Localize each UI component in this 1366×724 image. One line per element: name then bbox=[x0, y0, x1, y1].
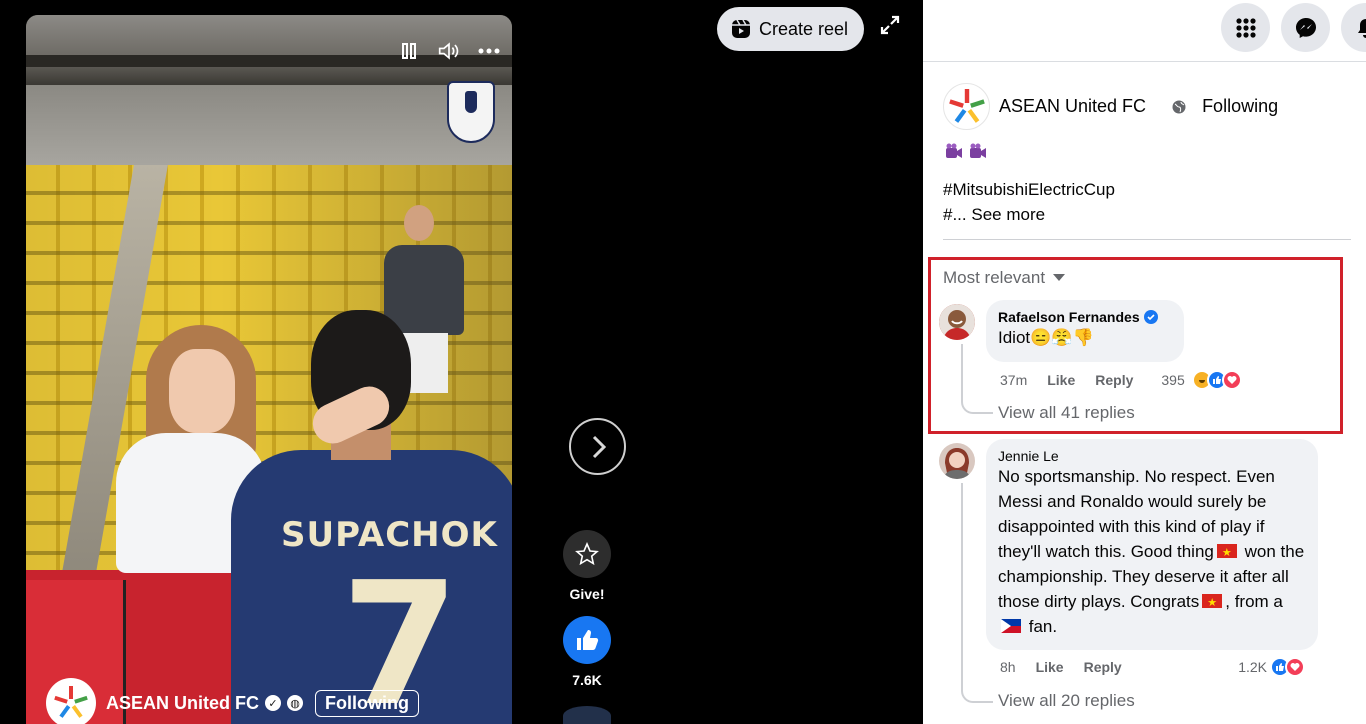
like-count: 7.6K bbox=[572, 672, 602, 688]
create-reel-button[interactable]: Create reel bbox=[717, 7, 865, 51]
reply-button[interactable]: Reply bbox=[1095, 372, 1133, 388]
create-reel-label: Create reel bbox=[759, 18, 849, 39]
thread-line bbox=[961, 344, 993, 414]
notifications-button[interactable] bbox=[1341, 3, 1366, 52]
reaction-icons[interactable] bbox=[1270, 657, 1305, 677]
like-button[interactable] bbox=[563, 616, 611, 664]
reel-viewer: SUPACHOK 7 ASEAN United FC ✓ ◍ Following… bbox=[0, 0, 923, 724]
reel-actions: Give! 7.6K bbox=[558, 530, 616, 724]
messenger-icon bbox=[1295, 17, 1316, 38]
comment-time[interactable]: 8h bbox=[1000, 659, 1016, 675]
expand-icon[interactable] bbox=[879, 14, 901, 36]
commenter-avatar[interactable] bbox=[939, 443, 975, 479]
reaction-count[interactable]: 1.2K bbox=[1238, 659, 1267, 675]
reaction-count[interactable]: 395 bbox=[1161, 372, 1184, 388]
comment-meta: 37m Like Reply 395 bbox=[1000, 370, 1242, 390]
video-camera-emoji-icon bbox=[970, 143, 986, 158]
like-comment-button[interactable]: Like bbox=[1036, 659, 1064, 675]
comment-bubble: Jennie Le No sportsmanship. No respect. … bbox=[986, 439, 1318, 650]
next-reel-button[interactable] bbox=[569, 418, 626, 475]
love-reaction-icon bbox=[1221, 370, 1242, 390]
caption-truncated: #... bbox=[943, 205, 972, 224]
comment-time[interactable]: 37m bbox=[1000, 372, 1027, 388]
post-caption: #MitsubishiElectricCup #... See more bbox=[943, 177, 1115, 227]
video-camera-emoji-icon bbox=[946, 143, 962, 158]
post-header: ASEAN United FC Following bbox=[943, 83, 1278, 130]
globe-icon: ◍ bbox=[287, 695, 303, 711]
grid-menu-icon bbox=[1235, 17, 1256, 38]
page-avatar-icon[interactable] bbox=[46, 678, 96, 724]
comment-bubble: Rafaelson Fernandes Idiot😑😤👎 bbox=[986, 300, 1184, 362]
footer-page-name[interactable]: ASEAN United FC bbox=[106, 693, 259, 714]
comment-text: No sportsmanship. No respect. Even Messi… bbox=[998, 464, 1306, 639]
commenter-avatar[interactable] bbox=[939, 304, 975, 340]
view-replies-link[interactable]: View all 20 replies bbox=[998, 691, 1135, 711]
reel-video[interactable]: SUPACHOK 7 bbox=[26, 15, 512, 724]
vietnam-flag-icon bbox=[1216, 541, 1237, 566]
philippines-flag-icon bbox=[1001, 619, 1021, 633]
like-comment-button[interactable]: Like bbox=[1047, 372, 1075, 388]
comment-text: Idiot😑😤👎 bbox=[998, 328, 1094, 347]
following-button[interactable]: Following bbox=[1202, 96, 1278, 117]
verified-badge-icon: ✓ bbox=[265, 695, 281, 711]
give-label: Give! bbox=[569, 586, 605, 602]
reaction-icons[interactable] bbox=[1191, 370, 1242, 390]
menu-button[interactable] bbox=[1221, 3, 1270, 52]
comment-author[interactable]: Jennie Le bbox=[998, 448, 1306, 464]
comments-panel: ASEAN United FC Following #MitsubishiEle… bbox=[923, 0, 1366, 724]
messenger-button[interactable] bbox=[1281, 3, 1330, 52]
cup-logo-icon bbox=[447, 81, 495, 143]
stadium-wall bbox=[26, 85, 512, 170]
thumbs-up-icon bbox=[577, 630, 599, 650]
chevron-right-icon bbox=[592, 435, 606, 458]
video-footer: ASEAN United FC ✓ ◍ Following bbox=[46, 678, 419, 724]
reply-button[interactable]: Reply bbox=[1084, 659, 1122, 675]
star-icon bbox=[575, 542, 599, 566]
hashtag-link[interactable]: #MitsubishiElectricCup bbox=[943, 177, 1115, 202]
comment-author[interactable]: Rafaelson Fernandes bbox=[998, 309, 1172, 325]
unamused-emoji-icon: 😑😤👎 bbox=[1030, 328, 1094, 347]
vietnam-flag-icon bbox=[1202, 591, 1223, 616]
bell-icon bbox=[1357, 18, 1366, 38]
video-controls bbox=[398, 40, 500, 62]
top-nav bbox=[923, 0, 1366, 62]
reel-icon bbox=[732, 19, 750, 38]
page-name[interactable]: ASEAN United FC bbox=[999, 96, 1146, 117]
globe-icon bbox=[1172, 100, 1186, 113]
pause-icon[interactable] bbox=[398, 40, 420, 62]
view-replies-link[interactable]: View all 41 replies bbox=[998, 403, 1135, 423]
player-figure: SUPACHOK 7 bbox=[211, 310, 512, 724]
page-avatar-icon[interactable] bbox=[943, 83, 990, 130]
see-more-link[interactable]: See more bbox=[971, 205, 1045, 224]
verified-badge-icon bbox=[1143, 310, 1158, 324]
comment-meta: 8h Like Reply 1.2K bbox=[1000, 657, 1305, 677]
more-options-icon[interactable] bbox=[478, 40, 500, 62]
love-reaction-icon bbox=[1285, 657, 1305, 677]
footer-following-button[interactable]: Following bbox=[315, 689, 419, 717]
give-stars-button[interactable] bbox=[563, 530, 611, 578]
divider bbox=[943, 239, 1351, 240]
comment-button-partial[interactable] bbox=[563, 706, 611, 724]
thread-line bbox=[961, 483, 993, 703]
caption-emojis bbox=[945, 143, 987, 161]
volume-icon[interactable] bbox=[438, 40, 460, 62]
